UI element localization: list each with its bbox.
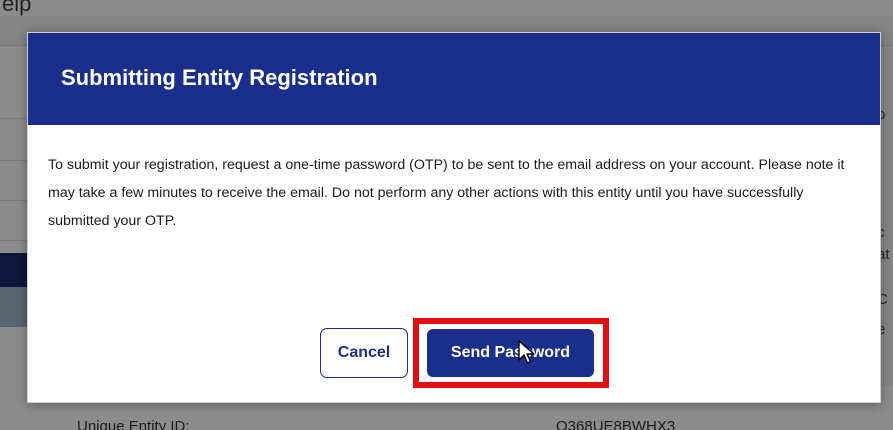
dialog-message: To submit your registration, request a o… <box>48 157 845 229</box>
dialog-header: Submitting Entity Registration <box>28 33 880 125</box>
cancel-button[interactable]: Cancel <box>320 328 408 378</box>
submit-registration-dialog: Submitting Entity Registration To submit… <box>27 32 881 403</box>
dialog-title: Submitting Entity Registration <box>61 65 378 90</box>
send-password-button[interactable]: Send Password <box>427 329 594 377</box>
mouse-pointer-icon <box>518 340 535 364</box>
